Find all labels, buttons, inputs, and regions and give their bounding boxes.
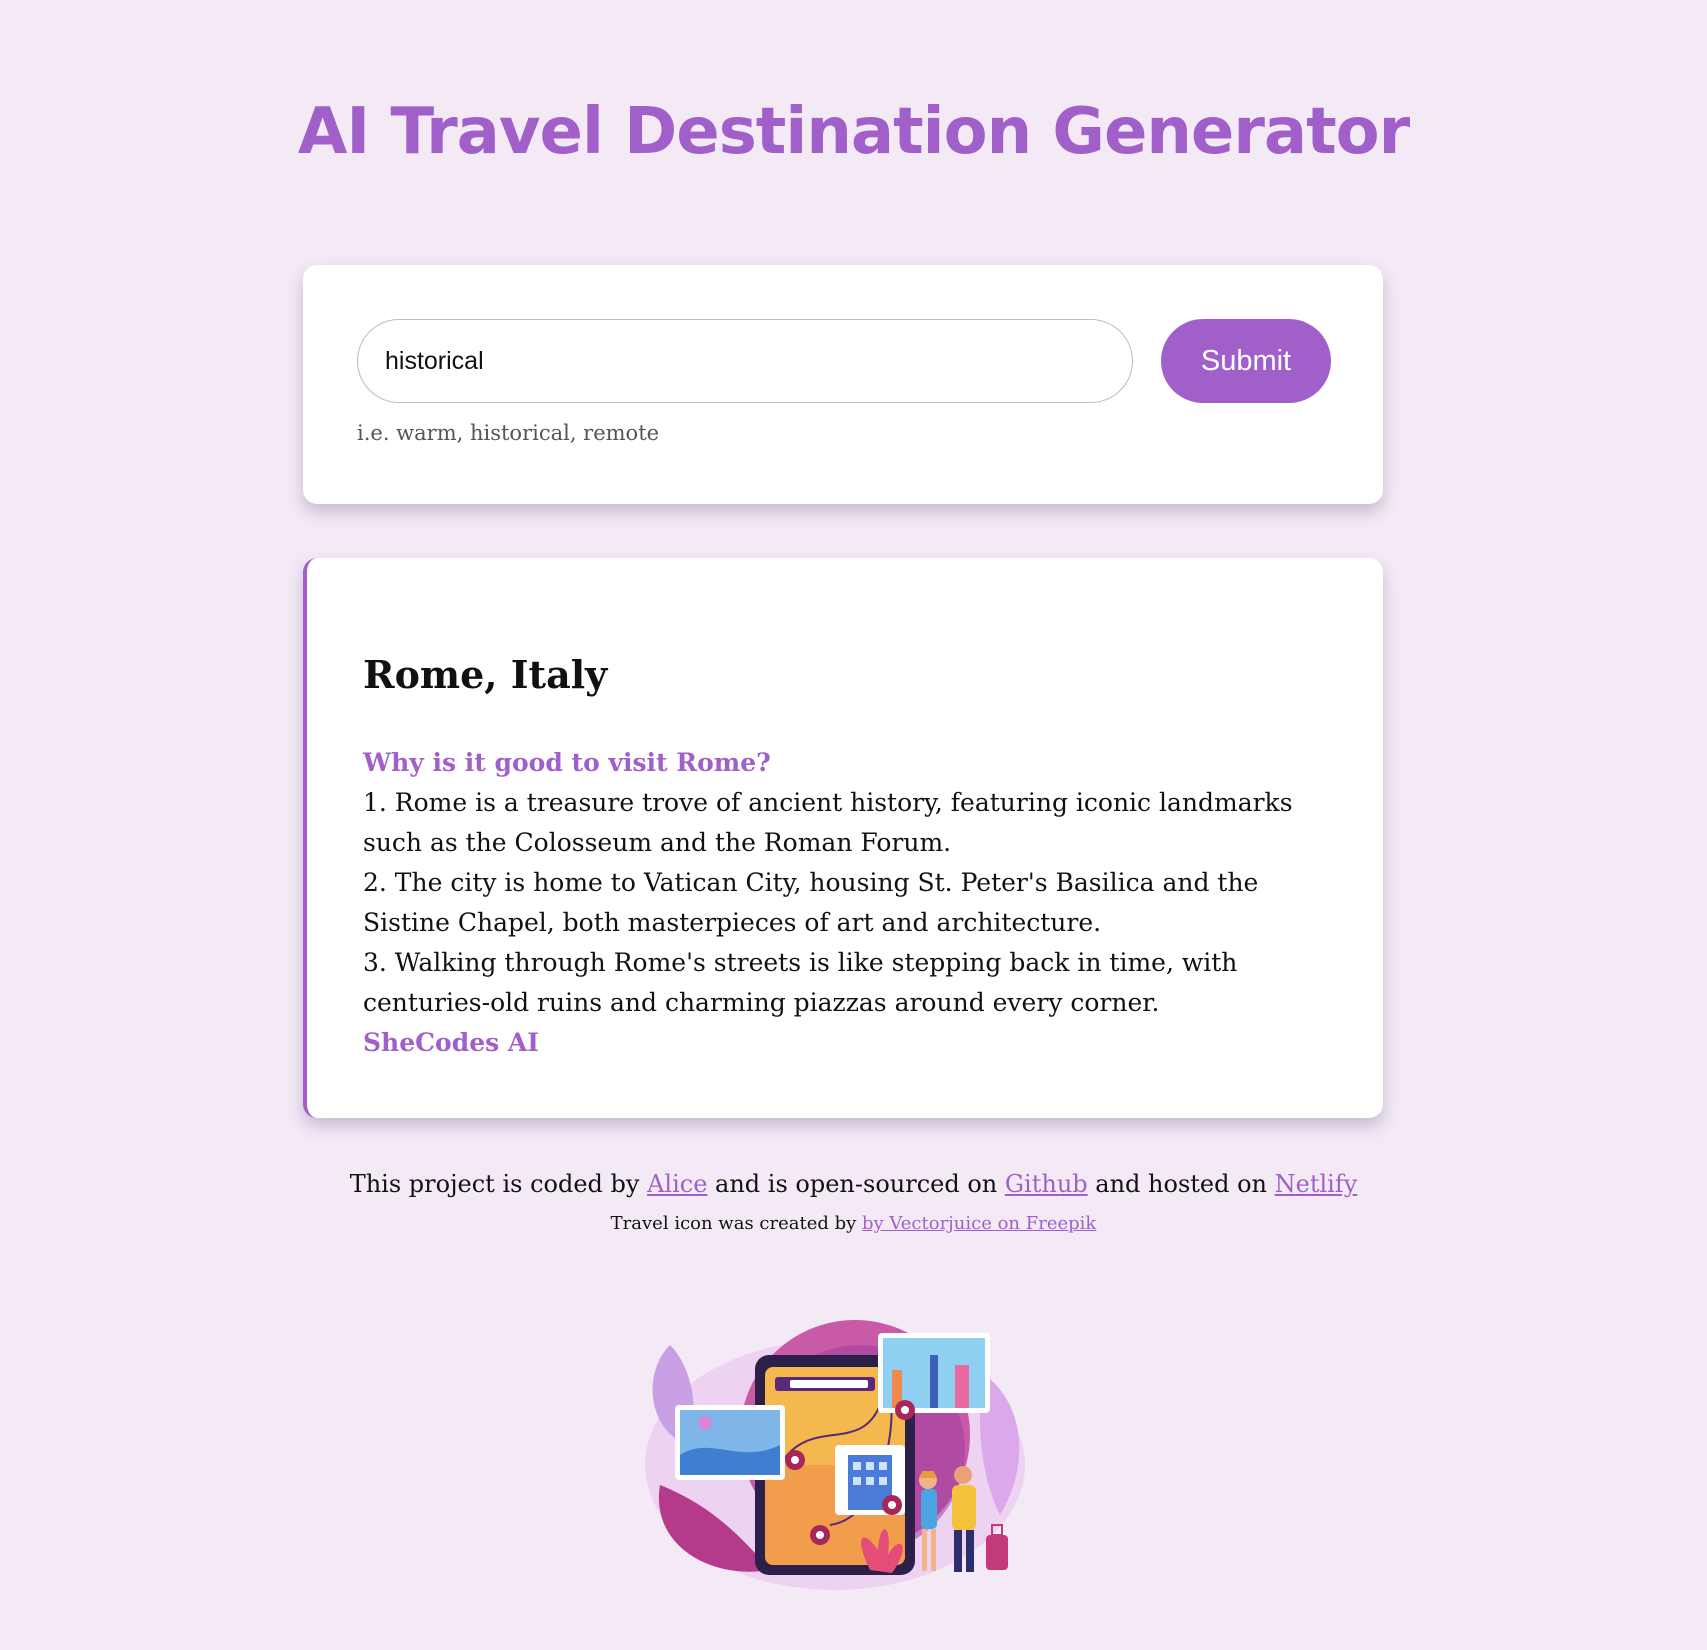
result-card: Rome, Italy Why is it good to visit Rome… [303,558,1383,1118]
search-input[interactable] [357,319,1133,403]
travel-illustration-icon [645,1320,1025,1590]
result-line: 3. Walking through Rome's streets is lik… [363,948,1238,1017]
credit-text: Travel icon was created by [610,1213,863,1234]
footer-text: This project is coded by [349,1170,648,1198]
netlify-link[interactable]: Netlify [1275,1170,1358,1198]
freepik-link[interactable]: by Vectorjuice on Freepik [862,1213,1096,1234]
footer-credit: Travel icon was created by by Vectorjuic… [0,1213,1707,1234]
result-line: 1. Rome is a treasure trove of ancient h… [363,788,1293,857]
footer-text: and is open-sourced on [707,1170,1005,1198]
submit-button[interactable]: Submit [1161,319,1331,403]
footer-text: and hosted on [1087,1170,1275,1198]
result-signature: SheCodes AI [363,1028,539,1057]
github-link[interactable]: Github [1005,1170,1088,1198]
author-link[interactable]: Alice [647,1170,707,1198]
result-title: Rome, Italy [363,652,608,697]
footer-line: This project is coded by Alice and is op… [0,1170,1707,1198]
search-card: Submit i.e. warm, historical, remote [303,265,1383,504]
result-question: Why is it good to visit Rome? [363,748,771,777]
page-title: AI Travel Destination Generator [297,95,1410,169]
search-hint: i.e. warm, historical, remote [357,421,660,445]
result-line: 2. The city is home to Vatican City, hou… [363,868,1259,937]
